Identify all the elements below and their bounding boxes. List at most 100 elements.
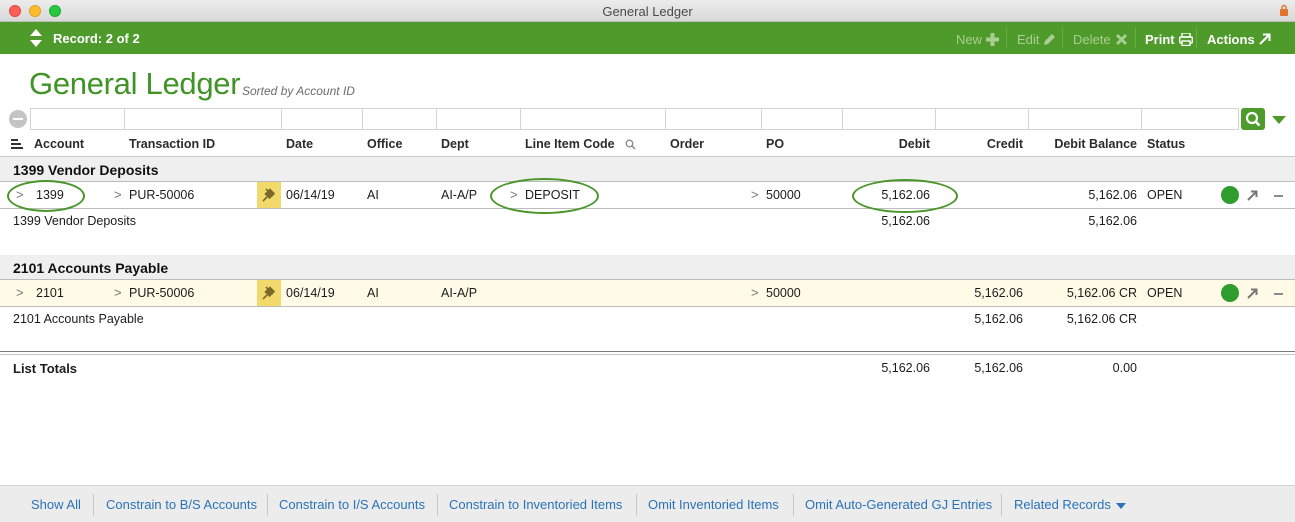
status-indicator [1221, 186, 1239, 204]
lock-icon[interactable] [1279, 4, 1289, 17]
debit-balance-filter-input[interactable] [1028, 108, 1142, 130]
status-filter-input[interactable] [1141, 108, 1239, 130]
column-header-status[interactable]: Status [1147, 137, 1185, 151]
new-button-label: New [956, 31, 983, 47]
column-header-debit-balance[interactable]: Debit Balance [1027, 137, 1137, 151]
totals-divider [0, 351, 1295, 352]
line-item-code-filter-input[interactable] [520, 108, 666, 130]
actions-button-label: Actions [1207, 31, 1255, 47]
column-header-line-item-code[interactable]: Line Item Code [525, 137, 615, 151]
highlight-circle [490, 178, 599, 214]
date-cell: 06/14/19 [286, 286, 335, 300]
delete-button[interactable]: Delete [1073, 30, 1128, 48]
constrain-inventoried-items-link[interactable]: Constrain to Inventoried Items [449, 497, 622, 512]
column-header-order[interactable]: Order [670, 137, 704, 151]
totals-divider [0, 354, 1295, 355]
column-header-account[interactable]: Account [34, 137, 84, 151]
actions-button[interactable]: Actions [1207, 30, 1271, 48]
printer-icon [1178, 32, 1193, 46]
group-title: 1399 Vendor Deposits [13, 162, 159, 178]
remove-row-button[interactable] [1274, 195, 1283, 197]
date-cell: 06/14/19 [286, 188, 335, 202]
related-records-link[interactable]: Related Records [1014, 497, 1111, 512]
column-menu-icon[interactable] [11, 139, 23, 149]
debit-filter-input[interactable] [842, 108, 936, 130]
window-titlebar: General Ledger [0, 0, 1295, 22]
debit-balance-cell: 5,162.06 CR [1066, 286, 1137, 300]
remove-row-button[interactable] [1274, 293, 1283, 295]
omit-inventoried-items-link[interactable]: Omit Inventoried Items [648, 497, 779, 512]
column-header-credit[interactable]: Credit [933, 137, 1023, 151]
order-filter-input[interactable] [665, 108, 762, 130]
column-header-dept[interactable]: Dept [441, 137, 469, 151]
clear-filters-button[interactable] [9, 110, 27, 128]
transaction-id-filter-input[interactable] [124, 108, 282, 130]
print-button-label: Print [1145, 31, 1175, 47]
dept-cell: AI-A/P [441, 286, 478, 300]
group-header [0, 255, 1295, 279]
column-header-office[interactable]: Office [367, 137, 402, 151]
pencil-icon [1044, 33, 1056, 45]
po-cell[interactable]: 50000 [766, 188, 801, 202]
po-filter-input[interactable] [761, 108, 843, 130]
edit-button-label: Edit [1017, 31, 1040, 47]
column-header-po[interactable]: PO [766, 137, 784, 151]
dept-cell: AI-A/P [441, 188, 478, 202]
debit-balance-cell: 5,162.06 [1088, 188, 1137, 202]
pin-button[interactable] [257, 280, 281, 306]
office-cell: AI [367, 286, 379, 300]
po-cell[interactable]: 50000 [766, 286, 801, 300]
column-header-date[interactable]: Date [286, 137, 313, 151]
page-title: General Ledger [29, 66, 241, 101]
footer-divider [1001, 494, 1002, 516]
chevron-right-icon[interactable]: > [16, 285, 24, 300]
list-totals-label: List Totals [13, 361, 78, 376]
total-debit: 5,162.06 [881, 361, 930, 375]
status-indicator [1221, 284, 1239, 302]
toolbar-divider [1006, 28, 1007, 48]
transaction-id-cell[interactable]: PUR-50006 [129, 188, 194, 202]
pin-icon [262, 188, 276, 202]
group-header [0, 157, 1295, 181]
date-filter-input[interactable] [281, 108, 363, 130]
sort-subtitle: Sorted by Account ID [242, 84, 355, 98]
search-options-dropdown[interactable] [1272, 116, 1286, 124]
credit-filter-input[interactable] [935, 108, 1029, 130]
x-icon [1115, 33, 1127, 45]
constrain-bs-accounts-link[interactable]: Constrain to B/S Accounts [106, 497, 257, 512]
dept-filter-input[interactable] [436, 108, 521, 130]
chevron-right-icon[interactable]: > [751, 285, 759, 300]
pin-button[interactable] [257, 182, 281, 208]
jump-arrow-icon[interactable] [1246, 189, 1259, 202]
subtotal-label: 1399 Vendor Deposits [13, 214, 137, 228]
constrain-is-accounts-link[interactable]: Constrain to I/S Accounts [279, 497, 425, 512]
omit-auto-generated-gj-entries-link[interactable]: Omit Auto-Generated GJ Entries [805, 497, 992, 512]
pin-icon [262, 286, 276, 300]
print-button[interactable]: Print [1145, 30, 1193, 48]
chevron-right-icon[interactable]: > [114, 187, 122, 202]
show-all-link[interactable]: Show All [31, 497, 81, 512]
column-header-transaction-id[interactable]: Transaction ID [129, 137, 215, 151]
edit-button[interactable]: Edit [1017, 30, 1056, 48]
jump-arrow-icon [1258, 33, 1271, 45]
office-filter-input[interactable] [362, 108, 437, 130]
new-button[interactable]: New [956, 30, 1000, 48]
chevron-right-icon[interactable]: > [751, 187, 759, 202]
account-cell[interactable]: 2101 [36, 286, 64, 300]
search-icon[interactable] [625, 139, 636, 150]
record-navigation-icon[interactable] [29, 27, 43, 49]
transaction-id-cell[interactable]: PUR-50006 [129, 286, 194, 300]
column-header-debit[interactable]: Debit [840, 137, 930, 151]
chevron-down-icon[interactable] [1116, 503, 1126, 509]
total-debit-balance: 0.00 [1112, 361, 1137, 375]
delete-button-label: Delete [1073, 31, 1111, 47]
footer-links-bar: Show All Constrain to B/S Accounts Const… [0, 485, 1295, 522]
account-filter-input[interactable] [30, 108, 125, 130]
search-icon [1245, 111, 1261, 127]
jump-arrow-icon[interactable] [1246, 287, 1259, 300]
total-credit: 5,162.06 [974, 361, 1023, 375]
footer-divider [793, 494, 794, 516]
chevron-right-icon[interactable]: > [114, 285, 122, 300]
status-cell: OPEN [1147, 286, 1183, 300]
search-button[interactable] [1241, 108, 1265, 130]
